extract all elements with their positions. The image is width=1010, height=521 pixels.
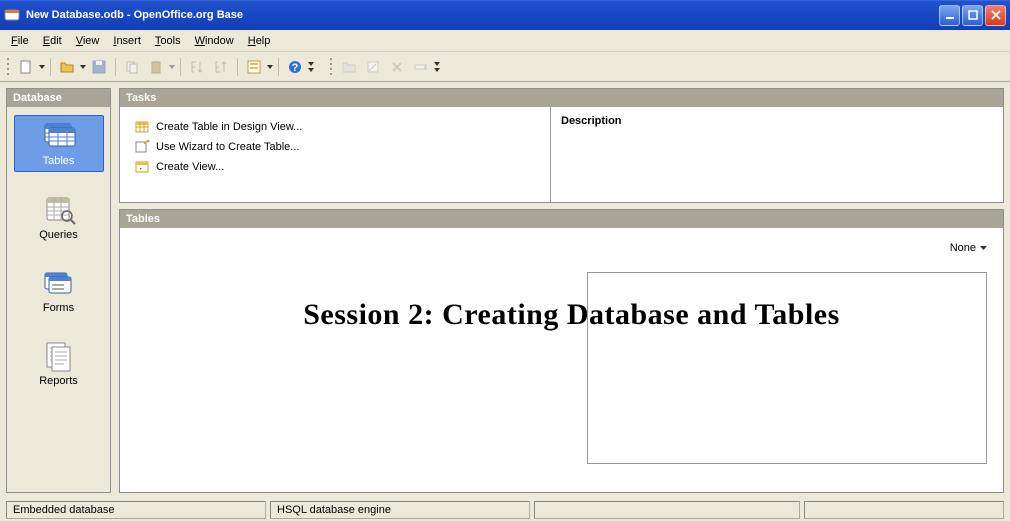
- task-use-wizard[interactable]: Use Wizard to Create Table...: [134, 137, 536, 157]
- status-engine: HSQL database engine: [270, 501, 530, 519]
- task-label: Create View...: [156, 161, 224, 173]
- paste-dropdown[interactable]: [168, 65, 176, 69]
- status-bar: Embedded database HSQL database engine: [0, 499, 1010, 521]
- tasks-panel: Tasks Create Table in Design View... Use…: [119, 88, 1004, 203]
- task-label: Use Wizard to Create Table...: [156, 141, 299, 153]
- tasks-list: Create Table in Design View... Use Wizar…: [120, 107, 550, 202]
- sidebar: Database Tables Queries Forms Reports: [6, 88, 111, 493]
- new-dropdown[interactable]: [38, 65, 46, 69]
- toolbar-overflow[interactable]: [307, 62, 315, 72]
- minimize-button[interactable]: [939, 5, 960, 26]
- sidebar-title: Database: [7, 89, 110, 107]
- task-label: Create Table in Design View...: [156, 121, 302, 133]
- toolbar: ?: [0, 52, 1010, 82]
- edit-object-button[interactable]: [362, 56, 384, 78]
- form-dropdown[interactable]: [266, 65, 274, 69]
- toolbar2-overflow[interactable]: [433, 62, 441, 72]
- view-mode-dropdown[interactable]: None: [950, 242, 987, 254]
- content-area: Tasks Create Table in Design View... Use…: [119, 88, 1004, 493]
- open-object-button[interactable]: [338, 56, 360, 78]
- status-db-type: Embedded database: [6, 501, 266, 519]
- menu-file[interactable]: File: [4, 33, 36, 49]
- window-title: New Database.odb - OpenOffice.org Base: [26, 9, 243, 21]
- paste-button[interactable]: [145, 56, 167, 78]
- sidebar-item-label: Queries: [39, 229, 78, 241]
- delete-object-button[interactable]: [386, 56, 408, 78]
- new-button[interactable]: [15, 56, 37, 78]
- sidebar-item-label: Tables: [43, 155, 75, 167]
- sidebar-item-tables[interactable]: Tables: [14, 115, 104, 172]
- tables-panel-body: None Session 2: Creating Database and Ta…: [120, 228, 1003, 492]
- menu-window[interactable]: Window: [188, 33, 241, 49]
- menu-view[interactable]: View: [69, 33, 107, 49]
- sidebar-item-queries[interactable]: Queries: [14, 190, 104, 245]
- status-empty-1: [534, 501, 800, 519]
- status-empty-2: [804, 501, 1004, 519]
- menu-help[interactable]: Help: [241, 33, 278, 49]
- wizard-icon: [134, 139, 150, 155]
- queries-icon: [39, 194, 79, 226]
- create-view-icon: [134, 159, 150, 175]
- dropdown-icon: [980, 246, 987, 250]
- form-button[interactable]: [243, 56, 265, 78]
- sidebar-item-reports[interactable]: Reports: [14, 336, 104, 391]
- window-controls: [939, 5, 1006, 26]
- view-mode-label: None: [950, 242, 976, 254]
- sort-asc-button[interactable]: [186, 56, 208, 78]
- tables-panel: Tables None Session 2: Creating Database…: [119, 209, 1004, 493]
- reports-icon: [39, 340, 79, 372]
- tables-icon: [39, 120, 79, 152]
- open-button[interactable]: [56, 56, 78, 78]
- sidebar-item-label: Forms: [43, 302, 74, 314]
- title-bar: New Database.odb - OpenOffice.org Base: [0, 0, 1010, 30]
- forms-icon: [39, 267, 79, 299]
- main-area: Database Tables Queries Forms Reports Ta…: [0, 82, 1010, 499]
- sort-desc-button[interactable]: [210, 56, 232, 78]
- sidebar-item-label: Reports: [39, 375, 78, 387]
- svg-text:?: ?: [292, 62, 299, 74]
- open-dropdown[interactable]: [79, 65, 87, 69]
- sidebar-body: Tables Queries Forms Reports: [7, 107, 110, 492]
- tables-panel-title: Tables: [120, 210, 1003, 228]
- design-view-icon: [134, 119, 150, 135]
- tasks-panel-body: Create Table in Design View... Use Wizar…: [120, 107, 1003, 202]
- maximize-button[interactable]: [962, 5, 983, 26]
- help-button[interactable]: ?: [284, 56, 306, 78]
- toolbar-grip-2[interactable]: [330, 57, 334, 77]
- toolbar-grip[interactable]: [7, 57, 11, 77]
- overlay-caption: Session 2: Creating Database and Tables: [150, 298, 993, 332]
- sidebar-item-forms[interactable]: Forms: [14, 263, 104, 318]
- app-icon: [4, 7, 20, 23]
- menu-bar: File Edit View Insert Tools Window Help: [0, 30, 1010, 52]
- tasks-description-label: Description: [550, 107, 1003, 202]
- tasks-panel-title: Tasks: [120, 89, 1003, 107]
- task-create-view[interactable]: Create View...: [134, 157, 536, 177]
- copy-button[interactable]: [121, 56, 143, 78]
- rename-object-button[interactable]: [410, 56, 432, 78]
- close-button[interactable]: [985, 5, 1006, 26]
- save-button[interactable]: [88, 56, 110, 78]
- menu-edit[interactable]: Edit: [36, 33, 69, 49]
- task-create-design-view[interactable]: Create Table in Design View...: [134, 117, 536, 137]
- menu-tools[interactable]: Tools: [148, 33, 188, 49]
- menu-insert[interactable]: Insert: [106, 33, 148, 49]
